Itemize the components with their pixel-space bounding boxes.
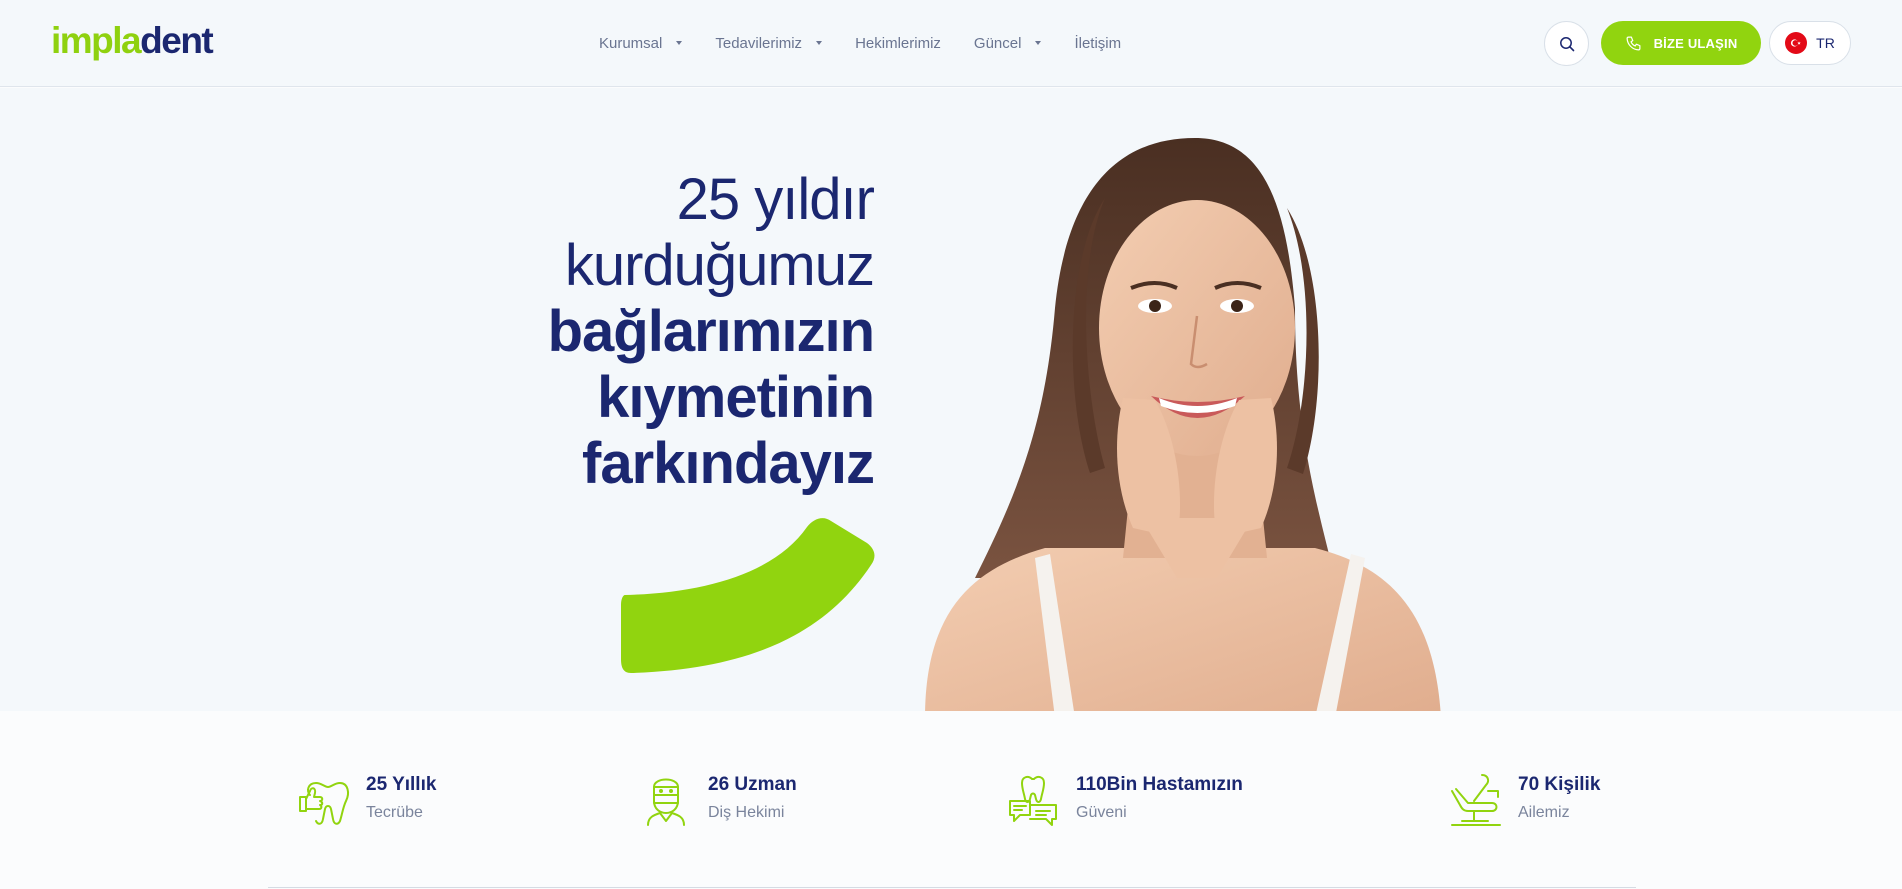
nav-item-label: İletişim [1074, 34, 1122, 52]
nav-item-hekimlerimiz[interactable]: Hekimlerimiz [855, 35, 941, 52]
main-nav: Kurumsal Tedavilerimiz Hekimlerimiz Günc… [599, 30, 1154, 56]
hero-heading-line-5: farkındayız [582, 431, 875, 496]
dental-chair-icon [1451, 774, 1501, 826]
nav-item-label: Hekimlerimiz [855, 34, 941, 52]
stat-subtitle: Güveni [1076, 804, 1127, 821]
stat-specialists: 26 Uzman Diş Hekimi [638, 771, 797, 827]
hero-heading-line-2: kurduğumuz [564, 233, 875, 298]
phone-icon [1625, 35, 1642, 52]
logo[interactable]: impladent [51, 20, 214, 61]
stat-patients: 110Bin Hastamızın Güveni [1006, 771, 1243, 827]
search-icon [1559, 36, 1574, 51]
hero-heading-line-4: kıymetinin [597, 365, 875, 430]
stat-family: 70 Kişilik Ailemiz [1448, 771, 1600, 827]
nav-item-label: Güncel [973, 34, 1022, 52]
search-button[interactable] [1544, 21, 1589, 66]
chevron-down-icon [676, 41, 683, 45]
turkey-flag-icon [1785, 32, 1808, 54]
chevron-down-icon [1035, 41, 1042, 45]
green-swoosh-shape [621, 518, 875, 673]
stats-section: 25 Yıllık Tecrübe 26 Uzman Diş Hekimi 11… [0, 711, 1902, 889]
stat-subtitle: Diş Hekimi [708, 804, 785, 821]
nav-item-guncel[interactable]: Güncel [974, 35, 1042, 52]
nav-item-label: Kurumsal [599, 34, 663, 52]
stat-title: 110Bin Hastamızın [1076, 774, 1243, 795]
language-label: TR [1816, 35, 1835, 51]
nav-item-kurumsal[interactable]: Kurumsal [599, 34, 683, 52]
stat-subtitle: Ailemiz [1518, 804, 1570, 821]
dentist-icon [647, 778, 685, 826]
hero-heading-line-1: 25 yıldır [676, 167, 875, 232]
hero-heading-line-3: bağlarımızın [547, 299, 875, 364]
stat-title: 25 Yıllık [366, 774, 437, 795]
contact-us-label: BİZE ULAŞIN [1653, 35, 1738, 51]
hero-section: 25 yıldır kurduğumuz bağlarımızın kıymet… [0, 88, 1902, 711]
site-header: impladent Kurumsal Tedavilerimiz Hekimle… [0, 0, 1902, 87]
stat-experience: 25 Yıllık Tecrübe [296, 771, 436, 827]
tooth-chat-icon [1009, 775, 1057, 826]
section-divider [268, 887, 1636, 888]
nav-item-tedavilerimiz[interactable]: Tedavilerimiz [715, 34, 823, 52]
logo-part-dent: dent [140, 20, 214, 61]
stat-title: 26 Uzman [708, 774, 797, 795]
language-selector[interactable]: TR [1769, 21, 1851, 65]
stat-title: 70 Kişilik [1518, 774, 1601, 795]
chevron-down-icon [816, 41, 823, 45]
logo-part-impla: impla [51, 20, 142, 61]
nav-item-iletisim[interactable]: İletişim [1074, 35, 1121, 52]
nav-item-label: Tedavilerimiz [715, 34, 803, 52]
stat-subtitle: Tecrübe [366, 804, 423, 821]
contact-us-button[interactable]: BİZE ULAŞIN [1601, 21, 1761, 65]
smiling-woman-image [925, 138, 1441, 711]
tooth-thumbs-up-icon [299, 782, 349, 825]
